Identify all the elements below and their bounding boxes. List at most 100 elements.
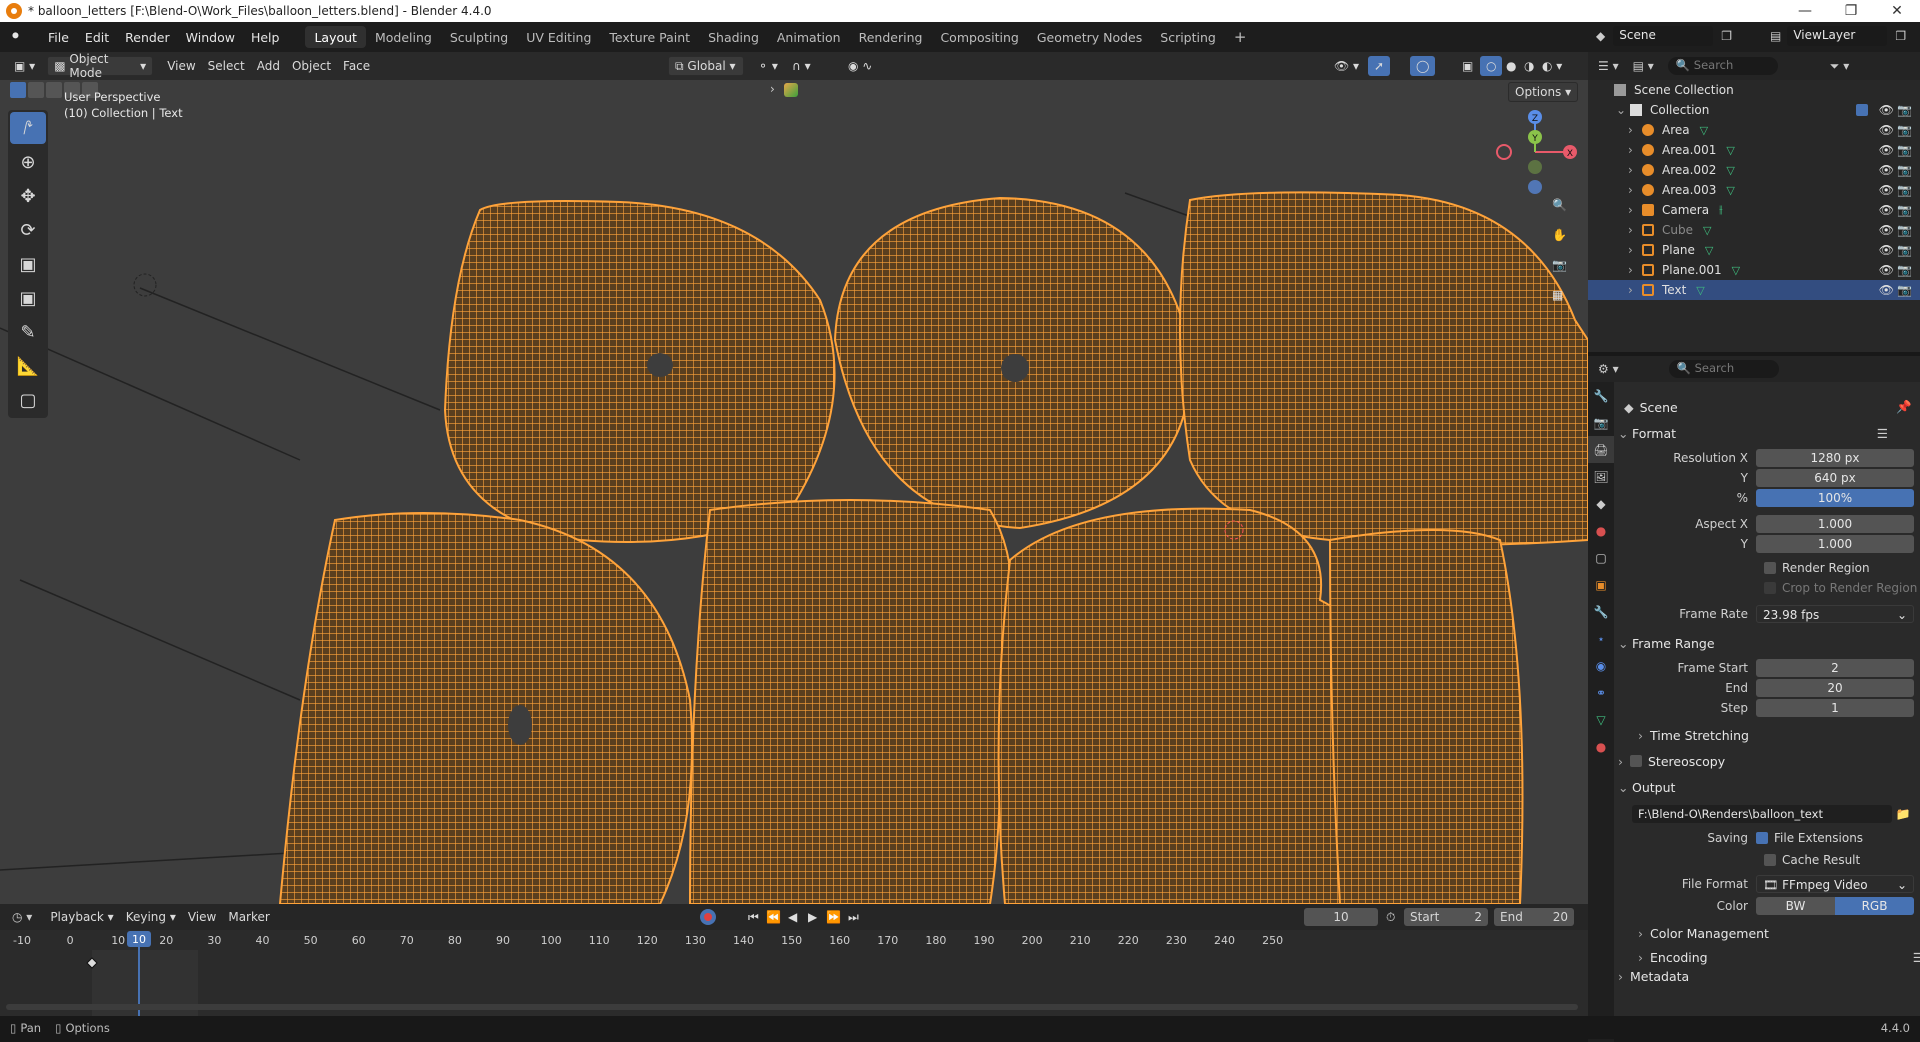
outliner-item[interactable]: › Area.003 ▽ 👁 📷 [1588, 180, 1920, 200]
eye-icon[interactable]: 👁 [1879, 143, 1894, 157]
measure-tool[interactable]: 📐 [10, 350, 46, 382]
play-icon[interactable]: ▶ [808, 910, 817, 924]
end-frame-field[interactable]: End 20 [1494, 908, 1574, 926]
eye-icon[interactable]: 👁 [1879, 203, 1894, 217]
menu-render[interactable]: Render [117, 30, 178, 45]
ortho-grid-icon[interactable]: ▦ [1552, 288, 1567, 318]
resolution-x-field[interactable]: 1280 px [1756, 449, 1914, 467]
gizmo-neg-z[interactable] [1528, 180, 1542, 194]
menu-marker[interactable]: Marker [222, 907, 275, 927]
gizmo-neg-y[interactable] [1528, 160, 1542, 174]
eye-icon[interactable]: 👁 [1879, 163, 1894, 177]
display-mode-icon[interactable]: ▤ ▾ [1633, 59, 1654, 73]
eye-icon[interactable]: 👁 [1879, 103, 1894, 117]
chevron-right-icon[interactable]: › [1628, 243, 1642, 257]
folder-icon[interactable]: 📁 [1892, 807, 1914, 821]
new-scene-icon[interactable]: ❐ [1721, 29, 1732, 43]
material-tab-icon[interactable]: ● [1588, 733, 1614, 760]
cache-result-checkbox[interactable] [1764, 854, 1776, 866]
render-region-row[interactable]: Render Region [1764, 558, 1920, 578]
snap-icon[interactable]: ∩ ▾ [786, 56, 817, 76]
play-reverse-icon[interactable]: ◀ [788, 910, 797, 924]
format-panel-header[interactable]: ⌄ Format ☰ [1618, 422, 1914, 444]
navigation-gizmo[interactable]: Z Y X [1490, 107, 1580, 197]
add-workspace-icon[interactable]: + [1225, 26, 1256, 48]
transform-orientation[interactable]: ⧉ Global ▾ [668, 56, 744, 76]
stereoscopy-checkbox[interactable] [1630, 755, 1642, 767]
object-data-icon[interactable]: ▽ [1726, 164, 1734, 177]
data-tab-icon[interactable]: ▽ [1588, 706, 1614, 733]
eye-icon[interactable]: 👁 [1879, 183, 1894, 197]
rotate-tool[interactable]: ⟳ [10, 214, 46, 246]
tab-rendering[interactable]: Rendering [850, 26, 932, 48]
frame-step-field[interactable]: 1 [1756, 699, 1914, 717]
scale-tool[interactable]: ▣ [10, 248, 46, 280]
eye-icon[interactable]: 👁 [1879, 123, 1894, 137]
gizmo-toggle-icon[interactable]: ➚ [1368, 56, 1391, 76]
camera-render-icon[interactable]: 📷 [1897, 263, 1912, 277]
filter-icon[interactable]: ⏷ ▾ [1830, 59, 1849, 74]
new-view-layer-icon[interactable]: ❐ [1895, 29, 1906, 43]
camera-render-icon[interactable]: 📷 [1897, 163, 1912, 177]
menu-add[interactable]: Add [251, 56, 286, 76]
scene-name[interactable]: Scene [1613, 26, 1714, 46]
camera-render-icon[interactable]: 📷 [1897, 183, 1912, 197]
frame-end-field[interactable]: 20 [1756, 679, 1914, 697]
chevron-right-icon[interactable]: › [1628, 143, 1642, 157]
collection-row[interactable]: ⌄ Collection 👁 📷 [1588, 100, 1920, 120]
timeline-track[interactable]: -10 0 10 20 30 40 50 60 70 80 90 100 110 120 130 140 150… [0, 930, 1588, 1016]
menu-object[interactable]: Object [286, 56, 337, 76]
prev-keyframe-icon[interactable]: ⏪ [766, 910, 781, 924]
select-box-tool[interactable]: ⭚ [10, 112, 46, 144]
aspect-y-field[interactable]: 1.000 [1756, 535, 1914, 553]
3d-viewport[interactable]: ▣ ▾ ▩ Object Mode ▾ View Select Add Obje… [0, 52, 1588, 904]
tab-animation[interactable]: Animation [768, 26, 850, 48]
crop-region-checkbox[interactable] [1764, 582, 1776, 594]
aspect-x-field[interactable]: 1.000 [1756, 515, 1914, 533]
object-data-icon[interactable]: ▽ [1726, 184, 1734, 197]
stereoscopy-header[interactable]: › Stereoscopy [1618, 750, 1914, 772]
chevron-right-icon[interactable]: › [1628, 283, 1642, 297]
record-icon[interactable] [700, 909, 716, 925]
particles-tab-icon[interactable]: ⋆ [1588, 625, 1614, 652]
time-stretching-header[interactable]: › Time Stretching [1638, 724, 1920, 746]
outliner-item[interactable]: › Text ▽ 👁 📷 [1588, 280, 1920, 300]
encoding-presets-icon[interactable]: ☰ [1913, 950, 1920, 965]
tab-uv-editing[interactable]: UV Editing [517, 26, 600, 48]
camera-render-icon[interactable]: 📷 [1897, 143, 1912, 157]
output-tab-icon[interactable]: 🖨 [1588, 436, 1614, 463]
menu-file[interactable]: File [40, 30, 77, 45]
chevron-right-icon[interactable]: › [1628, 123, 1642, 137]
menu-select[interactable]: Select [202, 56, 251, 76]
add-cube-tool[interactable]: ▢ [10, 384, 46, 416]
render-tab-icon[interactable]: 📷 [1588, 409, 1614, 436]
minimize-icon[interactable]: — [1782, 0, 1828, 22]
cursor-tool[interactable]: ⊕ [10, 146, 46, 178]
resolution-y-field[interactable]: 640 px [1756, 469, 1914, 487]
tab-scripting[interactable]: Scripting [1151, 26, 1225, 48]
camera-render-icon[interactable]: 📷 [1897, 103, 1912, 117]
eye-icon[interactable]: 👁 [1879, 283, 1894, 297]
tab-texture-paint[interactable]: Texture Paint [600, 26, 699, 48]
object-data-icon[interactable]: ▽ [1705, 244, 1713, 257]
tool-tab-icon[interactable]: 🔧 [1588, 382, 1614, 409]
view-layer-tab-icon[interactable]: 🖼 [1588, 463, 1614, 490]
file-format-dropdown[interactable]: 🎞 FFmpeg Video ⌄ [1756, 875, 1914, 893]
world-tab-icon[interactable]: ● [1588, 517, 1614, 544]
menu-view[interactable]: View [161, 56, 201, 76]
eye-icon[interactable]: 👁 [1879, 263, 1894, 277]
camera-render-icon[interactable]: 📷 [1897, 203, 1912, 217]
physics-tab-icon[interactable]: ◉ [1588, 652, 1614, 679]
collection-tab-icon[interactable]: ▢ [1588, 544, 1614, 571]
xray-icon[interactable]: ▣ [1456, 56, 1479, 76]
scene-icon[interactable]: ◆ [1596, 29, 1605, 43]
next-keyframe-icon[interactable]: ⏩ [826, 910, 841, 924]
chevron-right-icon[interactable]: › [1628, 163, 1642, 177]
viewlayer-icon[interactable]: ▤ [1770, 29, 1781, 43]
shading-rendered-icon[interactable]: ◐ ▾ [1536, 56, 1568, 76]
horizontal-scrollbar[interactable] [6, 1004, 1578, 1010]
zoom-icon[interactable]: 🔍 [1552, 198, 1567, 228]
tab-compositing[interactable]: Compositing [931, 26, 1027, 48]
outliner-item[interactable]: › Plane.001 ▽ 👁 📷 [1588, 260, 1920, 280]
properties-editor-icon[interactable]: ⚙ ▾ [1598, 362, 1619, 376]
